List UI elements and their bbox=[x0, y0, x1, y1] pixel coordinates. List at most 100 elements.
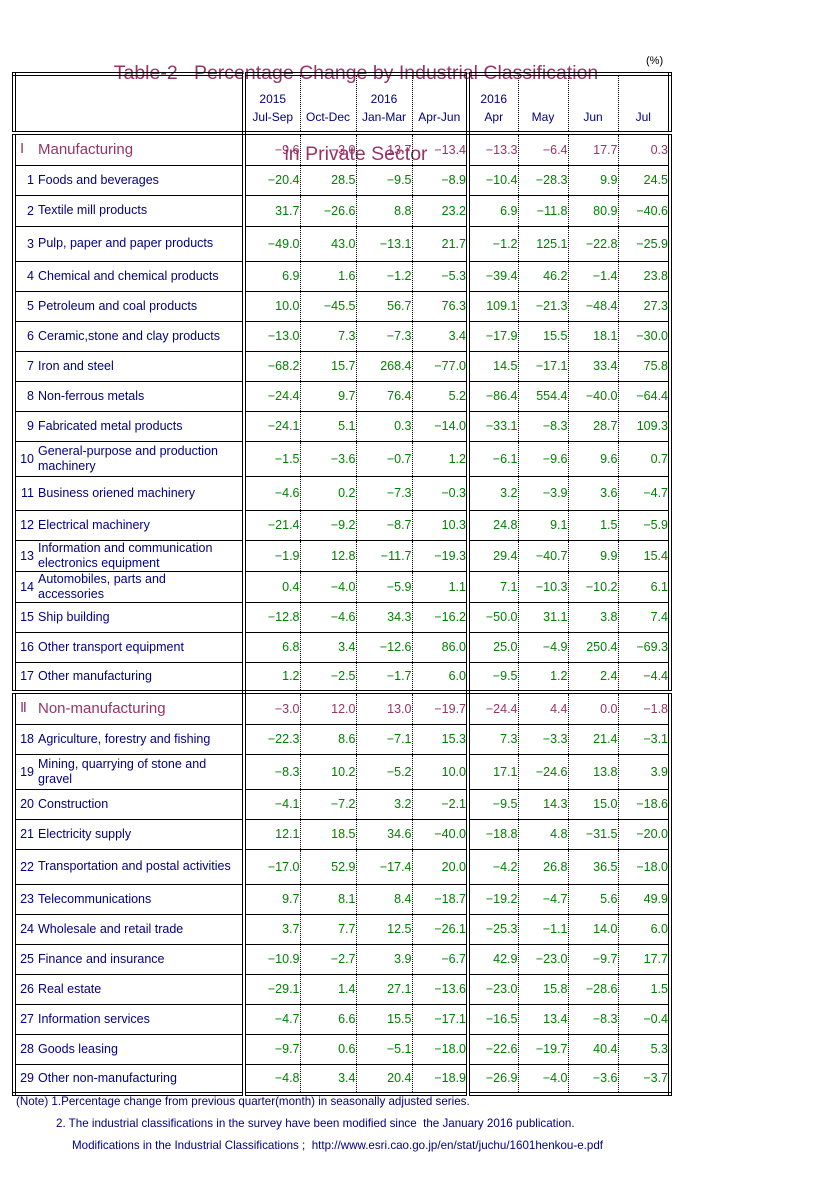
value-cell: 1.5 bbox=[568, 510, 619, 541]
row-number: 16 bbox=[20, 640, 34, 654]
table-row: 4 Chemical and chemical products 6.9 1.6 −1.… bbox=[14, 261, 670, 292]
row-label: 14 Automobiles, parts and accessories bbox=[16, 572, 242, 602]
value-cell: −18.0 bbox=[412, 1034, 470, 1065]
value-cell: −3.0 bbox=[300, 133, 357, 166]
value-cell: −18.6 bbox=[618, 789, 670, 820]
row-number: 7 bbox=[27, 359, 34, 373]
row-number: 6 bbox=[27, 329, 34, 343]
value-cell: 26.8 bbox=[518, 849, 569, 885]
note-3: Modifications in the Industrial Classifi… bbox=[72, 1139, 604, 1152]
industry-name: Iron and steel bbox=[38, 358, 114, 373]
value-cell: −1.9 bbox=[244, 540, 301, 572]
industry-name: Chemical and chemical products bbox=[38, 268, 219, 283]
row-label-cell: 14 Automobiles, parts and accessories bbox=[14, 571, 246, 603]
value-cell: 56.7 bbox=[356, 291, 413, 322]
row-label-cell: 27 Information services bbox=[14, 1004, 246, 1035]
column-header: Jul bbox=[618, 74, 670, 135]
value-cell: −1.8 bbox=[618, 692, 670, 725]
value-cell: 18.5 bbox=[300, 819, 357, 850]
table-row: 28 Goods leasing −9.7 0.6 −5.1 −18.0 −22.6 −19.… bbox=[14, 1034, 670, 1065]
row-number: 23 bbox=[20, 892, 34, 906]
value-cell: 40.4 bbox=[568, 1034, 619, 1065]
row-label: 23 Telecommunications bbox=[16, 892, 242, 907]
value-cell: −13.0 bbox=[244, 321, 301, 352]
value-cell: 7.3 bbox=[300, 321, 357, 352]
value-cell: 3.2 bbox=[356, 789, 413, 820]
industry-name: Automobiles, parts and accessories bbox=[38, 571, 166, 601]
value-cell: 8.4 bbox=[356, 884, 413, 915]
value-cell: 4.8 bbox=[518, 819, 569, 850]
row-label-cell: 24 Wholesale and retail trade bbox=[14, 914, 246, 945]
table-row: 6 Ceramic,stone and clay products −13.0 7.3… bbox=[14, 321, 670, 352]
value-cell: 15.5 bbox=[518, 321, 569, 352]
row-number: 5 bbox=[27, 299, 34, 313]
value-cell: 7.4 bbox=[618, 602, 670, 633]
industry-name: Pulp, paper and paper products bbox=[38, 236, 214, 250]
value-cell: 5.1 bbox=[300, 411, 357, 442]
value-cell: 7.7 bbox=[300, 914, 357, 945]
value-cell: −26.9 bbox=[468, 1064, 519, 1095]
value-cell: 76.3 bbox=[412, 291, 470, 322]
value-cell: −8.3 bbox=[568, 1004, 619, 1035]
column-header-period: Jan-Mar bbox=[361, 110, 406, 124]
row-label-cell: 28 Goods leasing bbox=[14, 1034, 246, 1065]
value-cell: −20.0 bbox=[618, 819, 670, 850]
table-row: 14 Automobiles, parts and accessories 0.4−… bbox=[14, 571, 670, 603]
value-cell: −7.2 bbox=[300, 789, 357, 820]
value-cell: −1.2 bbox=[468, 226, 519, 262]
table-row: 3 Pulp, paper and paper products −49.0 43.0… bbox=[14, 226, 670, 262]
row-label: 18 Agriculture, forestry and fishing bbox=[16, 732, 242, 747]
value-cell: −17.4 bbox=[356, 849, 413, 885]
value-cell: 0.3 bbox=[356, 411, 413, 442]
value-cell: 250.4 bbox=[568, 632, 619, 663]
table-row: 1 Foods and beverages −20.4 28.5 −9.5 −8.9 −10… bbox=[14, 165, 670, 196]
value-cell: 6.9 bbox=[244, 261, 301, 292]
value-cell: 0.0 bbox=[568, 692, 619, 725]
value-cell: −3.6 bbox=[568, 1064, 619, 1095]
value-cell: −19.7 bbox=[412, 692, 470, 725]
value-cell: −12.8 bbox=[244, 602, 301, 633]
value-cell: −12.6 bbox=[356, 632, 413, 663]
column-header-year: 2016 bbox=[480, 92, 508, 106]
value-cell: −10.4 bbox=[468, 165, 519, 196]
value-cell: −14.0 bbox=[412, 411, 470, 442]
row-label-cell: 1 Foods and beverages bbox=[14, 165, 246, 196]
row-label: 11 Business oriened machinery bbox=[16, 486, 242, 501]
value-cell: −25.3 bbox=[468, 914, 519, 945]
row-label: 17 Other manufacturing bbox=[16, 669, 242, 684]
table-row: 11 Business oriened machinery −4.6 0.2 −7.3−… bbox=[14, 476, 670, 511]
table-row: 19 Mining, quarrying of stone and gravel −… bbox=[14, 754, 670, 790]
value-cell: 14.0 bbox=[568, 914, 619, 945]
row-number: 24 bbox=[20, 922, 34, 936]
value-cell: 3.4 bbox=[300, 632, 357, 663]
value-cell: −17.0 bbox=[244, 849, 301, 885]
value-cell: 3.7 bbox=[244, 914, 301, 945]
row-label-cell: 19 Mining, quarrying of stone and gravel bbox=[14, 754, 246, 790]
value-cell: −5.3 bbox=[412, 261, 470, 292]
value-cell: −6.7 bbox=[412, 944, 470, 975]
value-cell: 15.5 bbox=[356, 1004, 413, 1035]
value-cell: 5.2 bbox=[412, 381, 470, 412]
value-cell: 7.1 bbox=[468, 571, 519, 603]
row-label: 16 Other transport equipment bbox=[16, 640, 242, 655]
value-cell: 268.4 bbox=[356, 351, 413, 382]
value-cell: 42.9 bbox=[468, 944, 519, 975]
row-label: 22 Transportation and postal activities bbox=[16, 859, 242, 874]
value-cell: 52.9 bbox=[300, 849, 357, 885]
value-cell: −7.3 bbox=[356, 321, 413, 352]
value-cell: −13.1 bbox=[356, 226, 413, 262]
value-cell: −4.7 bbox=[518, 884, 569, 915]
row-label-cell: 8 Non-ferrous metals bbox=[14, 381, 246, 412]
row-label: 2 Textile mill products bbox=[16, 203, 242, 218]
table-row: 24 Wholesale and retail trade 3.7 7.7 12.5 −2… bbox=[14, 914, 670, 945]
value-cell: −4.7 bbox=[244, 1004, 301, 1035]
row-label-cell: 20 Construction bbox=[14, 789, 246, 820]
value-cell: 28.5 bbox=[300, 165, 357, 196]
value-cell: 1.2 bbox=[518, 662, 569, 694]
value-cell: 6.8 bbox=[244, 632, 301, 663]
value-cell: 12.5 bbox=[356, 914, 413, 945]
row-number: 28 bbox=[20, 1042, 34, 1056]
value-cell: −9.6 bbox=[518, 441, 569, 477]
value-cell: 2.4 bbox=[568, 662, 619, 694]
industry-name: Ship building bbox=[38, 609, 110, 624]
